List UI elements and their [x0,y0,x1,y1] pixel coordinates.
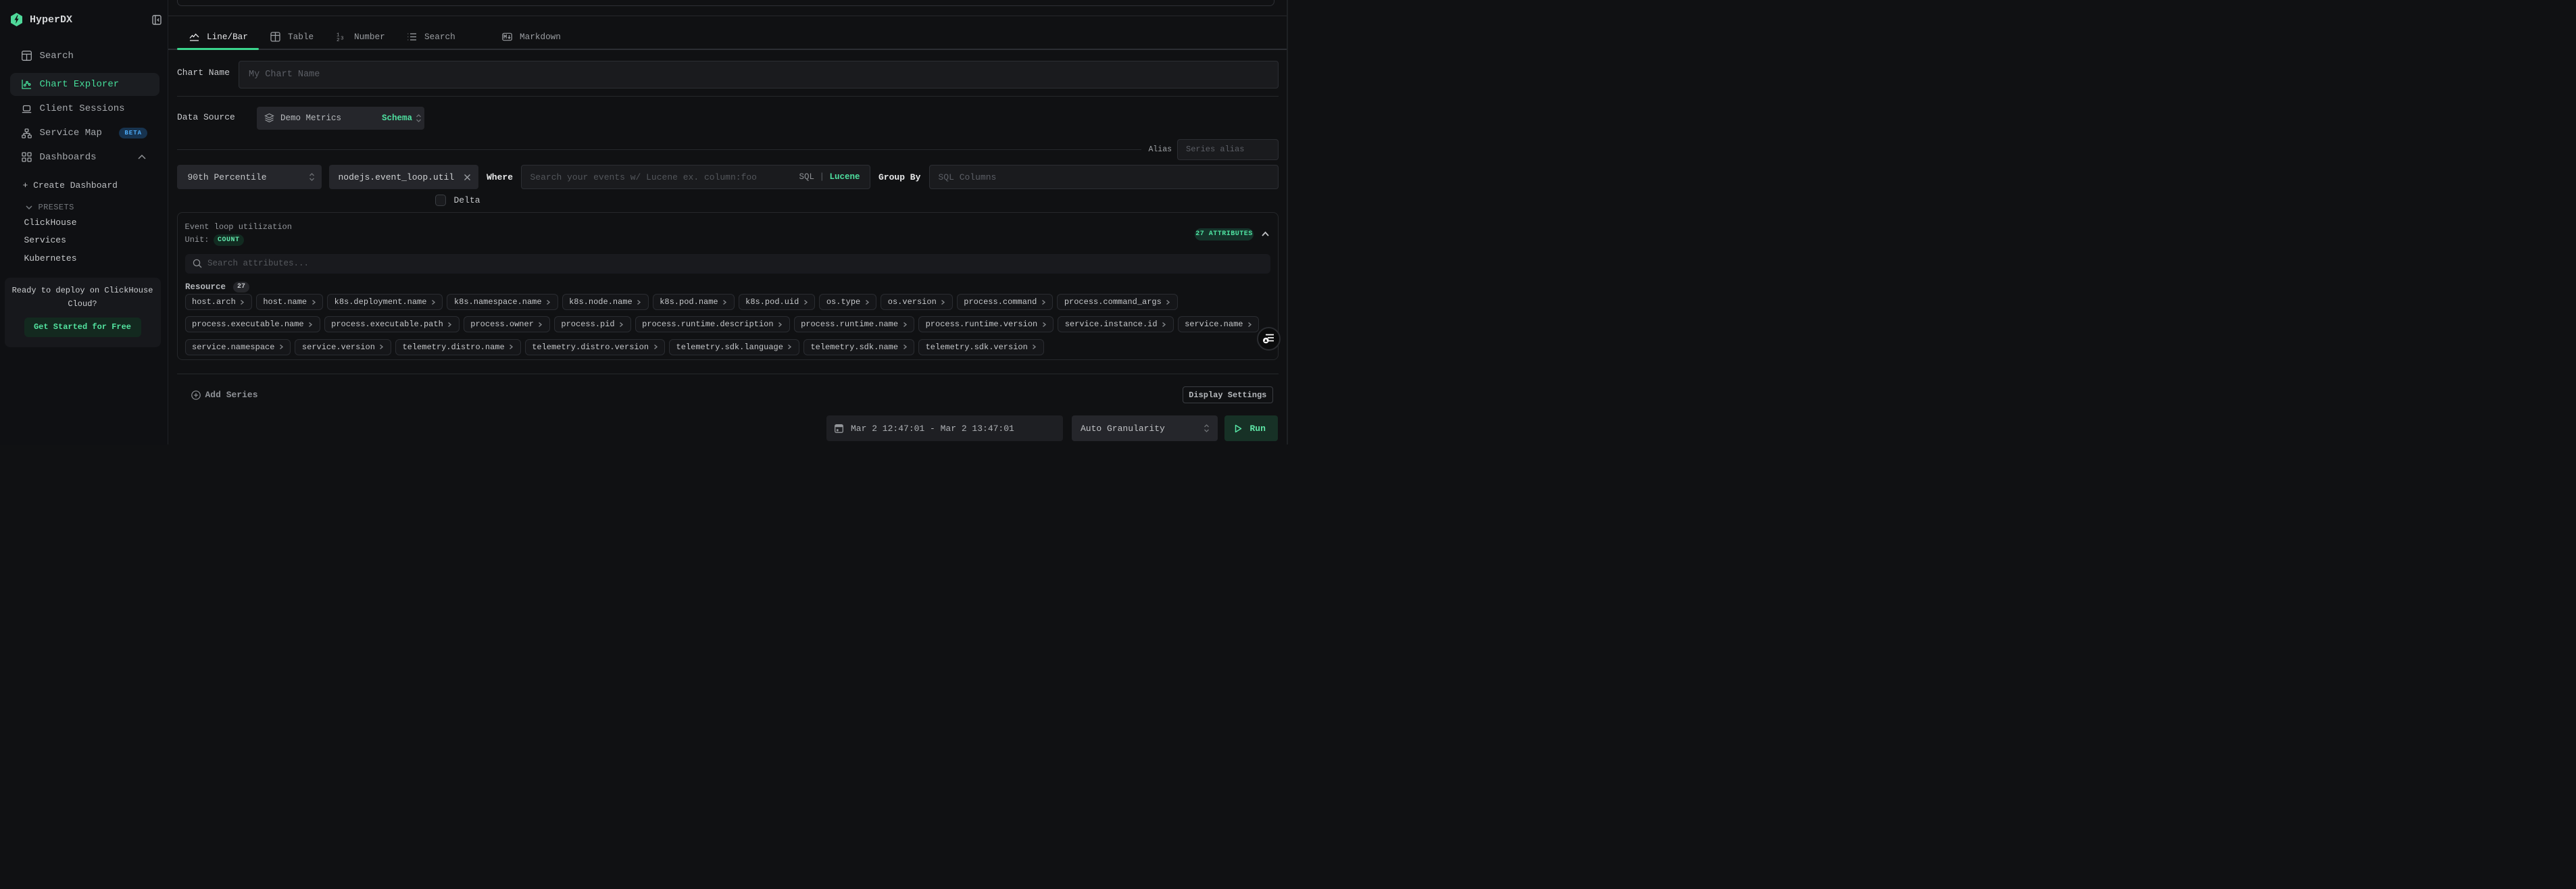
svg-text:3: 3 [341,36,344,41]
svg-text:2: 2 [337,38,340,42]
